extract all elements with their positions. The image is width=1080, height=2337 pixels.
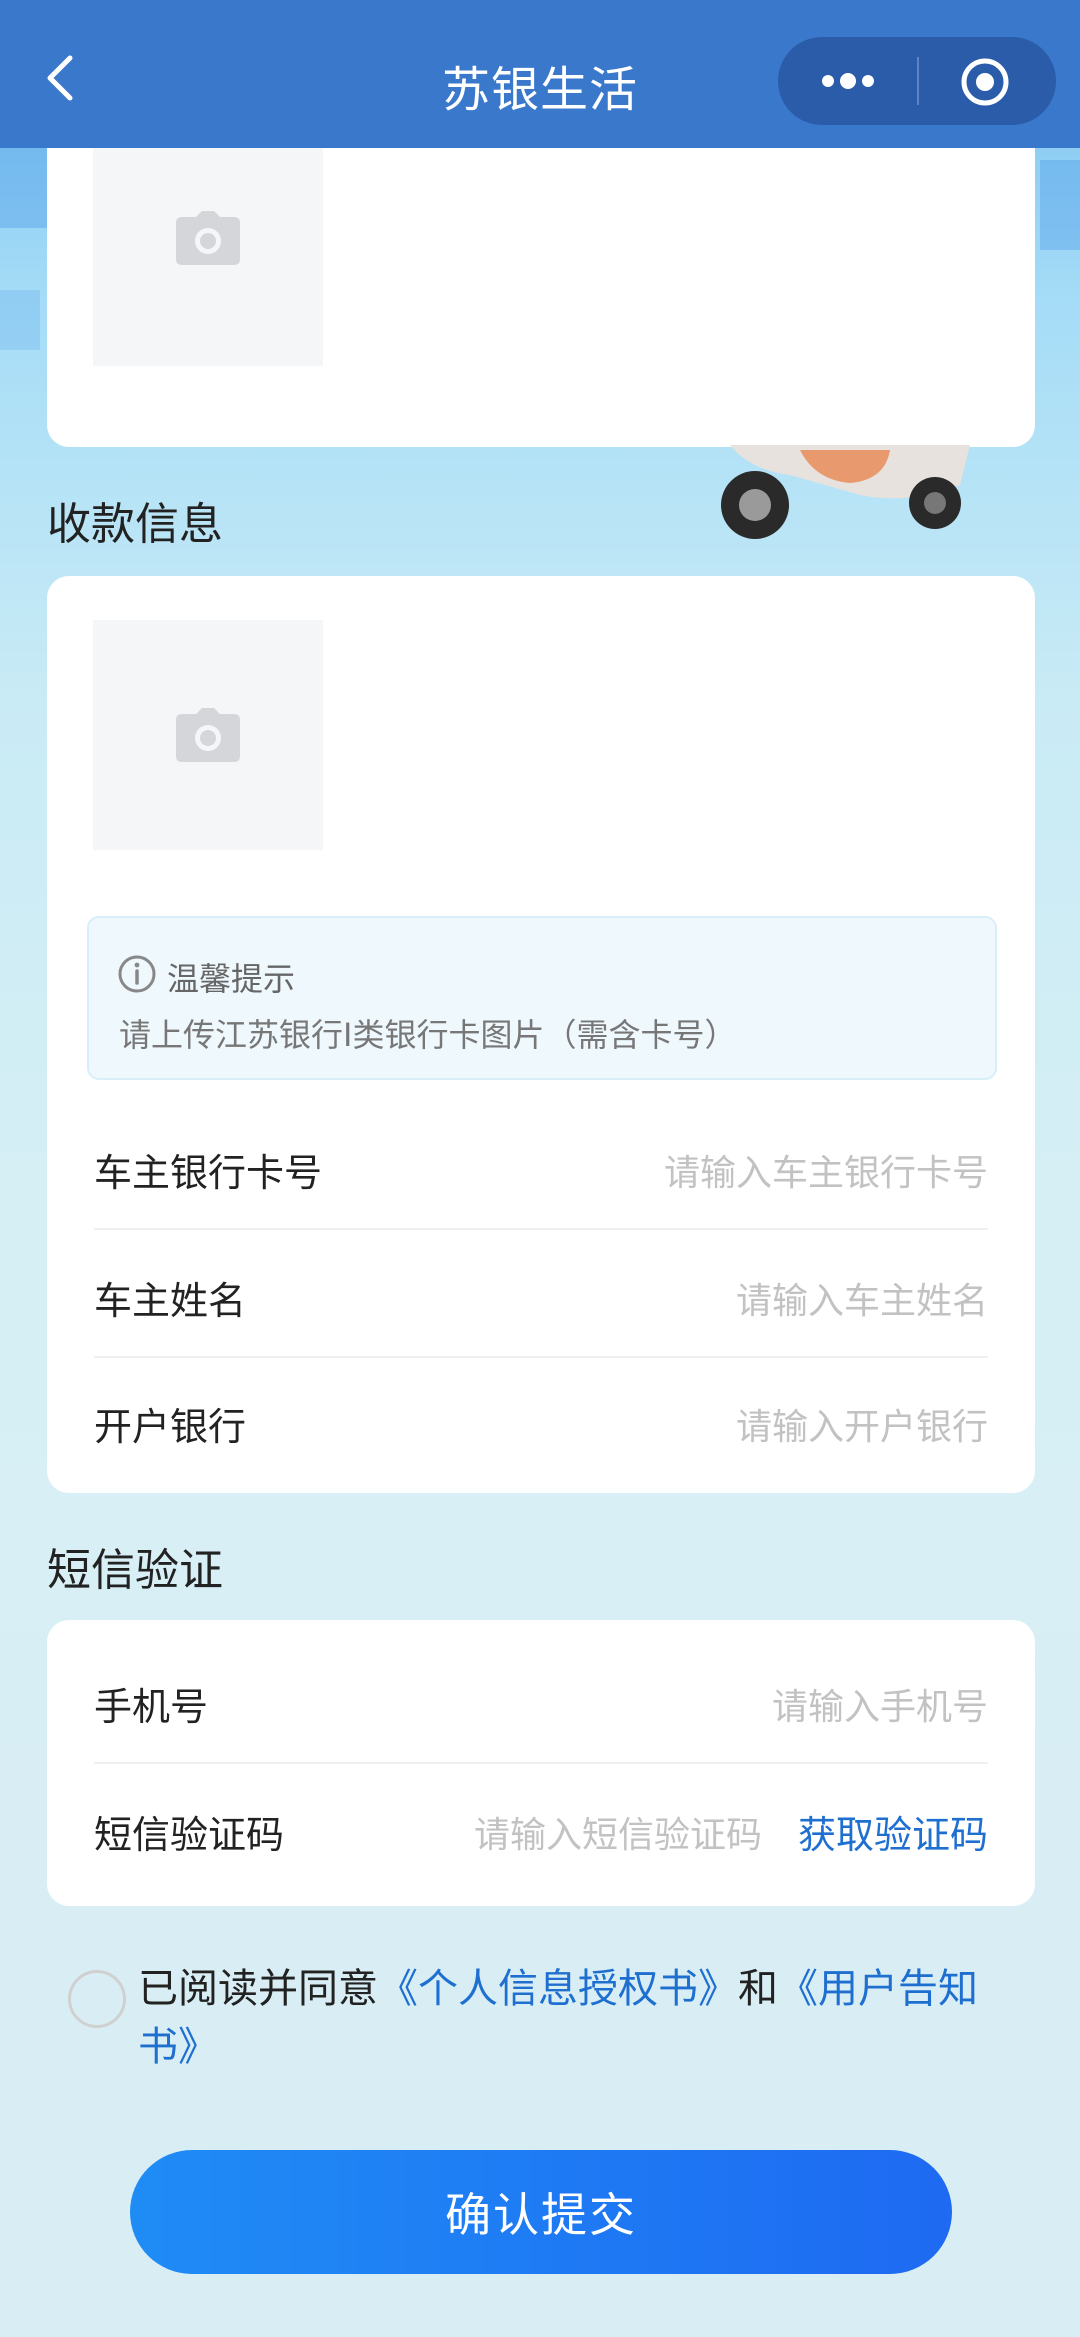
agreement-prefix: 已阅读并同意 (138, 1966, 378, 2012)
personal-info-auth-link[interactable]: 《个人信息授权书》 (378, 1966, 738, 2012)
field-label: 手机号 (94, 1685, 209, 1729)
field-label: 开户银行 (94, 1405, 247, 1449)
phone-number-input[interactable]: 请输入手机号 (772, 1678, 988, 1730)
payment-info-card: 温馨提示 请上传江苏银行I类银行卡图片（需含卡号） 车主银行卡号 请输入车主银行… (47, 576, 1035, 1493)
close-target-icon[interactable] (960, 57, 1010, 107)
owner-name-row[interactable]: 车主姓名 请输入车主姓名 (94, 1230, 988, 1358)
scooter-illustration (721, 445, 970, 539)
agreement-text: 已阅读并同意《个人信息授权书》和《用户告知书》 (138, 1960, 1018, 2076)
sms-verification-card: 手机号 请输入手机号 短信验证码 请输入短信验证码 获取验证码 (47, 1620, 1035, 1906)
photo-upload-slot[interactable] (93, 110, 323, 366)
opening-bank-row[interactable]: 开户银行 请输入开户银行 (94, 1356, 988, 1484)
confirm-submit-button[interactable]: 确认提交 (130, 2150, 952, 2274)
agreement-checkbox[interactable] (68, 1970, 126, 2028)
bank-card-number-input[interactable]: 请输入车主银行卡号 (664, 1144, 988, 1196)
top-navigation-bar: 苏银生活 (0, 0, 1080, 148)
field-label: 车主姓名 (94, 1279, 247, 1323)
phone-number-row[interactable]: 手机号 请输入手机号 (94, 1636, 988, 1764)
owner-name-input[interactable]: 请输入车主姓名 (736, 1272, 988, 1324)
field-label: 车主银行卡号 (94, 1151, 323, 1195)
camera-icon (176, 211, 240, 265)
more-icon[interactable] (818, 67, 878, 95)
field-label: 短信验证码 (94, 1813, 285, 1857)
tip-title: 温馨提示 (167, 960, 296, 998)
tip-text: 请上传江苏银行I类银行卡图片（需含卡号） (119, 1016, 737, 1054)
opening-bank-input[interactable]: 请输入开户银行 (736, 1398, 988, 1450)
get-code-button[interactable]: 获取验证码 (798, 1804, 988, 1859)
background-decoration (0, 290, 40, 350)
warm-tip-box: 温馨提示 请上传江苏银行I类银行卡图片（需含卡号） (87, 916, 997, 1080)
section-title-sms: 短信验证 (47, 1545, 223, 1596)
background-decoration (1040, 160, 1080, 250)
info-icon (118, 955, 156, 993)
mini-program-capsule (778, 37, 1056, 125)
upload-card-top (47, 110, 1035, 447)
sms-code-input[interactable]: 请输入短信验证码 (474, 1806, 762, 1858)
bank-card-photo-upload[interactable] (93, 620, 323, 850)
capsule-divider (917, 57, 919, 105)
agreement-and: 和 (738, 1966, 778, 2012)
bank-card-number-row[interactable]: 车主银行卡号 请输入车主银行卡号 (94, 1102, 988, 1230)
section-title-payment: 收款信息 (47, 499, 223, 550)
camera-icon (176, 708, 240, 762)
sms-code-row[interactable]: 短信验证码 请输入短信验证码 获取验证码 (94, 1764, 988, 1892)
